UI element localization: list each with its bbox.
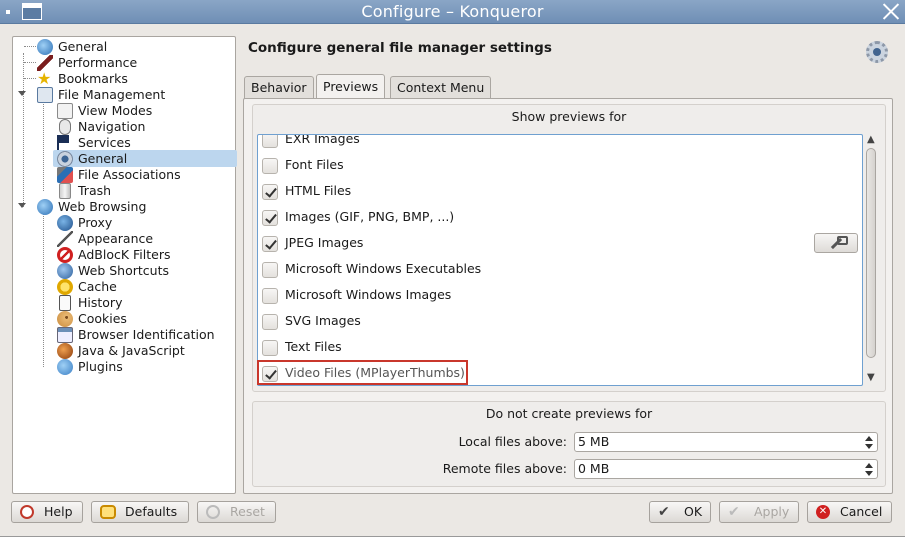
plugins-icon xyxy=(57,359,73,375)
remote-files-size-spinbox[interactable]: 0 MB xyxy=(574,459,878,479)
cancel-button[interactable]: ✕ Cancel xyxy=(807,501,892,523)
title-bar[interactable]: Configure – Konqueror xyxy=(0,0,905,24)
preview-types-list[interactable]: EXR Images Font Files HTML Files Images … xyxy=(257,134,863,386)
list-item-windows-images[interactable]: Microsoft Windows Images xyxy=(258,283,858,309)
configure-jpeg-button[interactable] xyxy=(814,233,858,253)
tab-previews[interactable]: Previews xyxy=(316,74,386,98)
list-item-text-files[interactable]: Text Files xyxy=(258,335,858,361)
show-previews-title: Show previews for xyxy=(511,109,627,124)
trash-icon xyxy=(59,183,71,199)
remote-files-value: 0 MB xyxy=(578,461,610,476)
no-entry-icon xyxy=(57,247,73,263)
file-associations-icon xyxy=(57,167,73,183)
defaults-icon xyxy=(100,505,116,519)
remote-files-label: Remote files above: xyxy=(442,461,567,476)
page-title: Configure general file manager settings xyxy=(248,40,552,56)
apply-button[interactable]: ✔ Apply xyxy=(719,501,799,523)
file-manager-icon xyxy=(37,87,53,103)
tab-context-menu[interactable]: Context Menu xyxy=(390,76,492,99)
cache-icon xyxy=(57,279,73,295)
local-files-label: Local files above: xyxy=(458,434,567,449)
close-icon[interactable] xyxy=(881,1,901,21)
view-modes-icon xyxy=(57,103,73,119)
video-files-highlight xyxy=(257,360,468,385)
list-item-jpeg-images[interactable]: JPEG Images xyxy=(258,231,858,257)
list-item-html-files[interactable]: HTML Files xyxy=(258,179,858,205)
tab-behavior[interactable]: Behavior xyxy=(244,76,314,99)
spin-arrows-icon[interactable] xyxy=(865,461,873,477)
local-files-size-spinbox[interactable]: 5 MB xyxy=(574,432,878,452)
java-icon xyxy=(57,343,73,359)
cancel-icon: ✕ xyxy=(816,505,830,519)
appearance-icon xyxy=(57,231,73,247)
list-item-exr-images[interactable]: EXR Images xyxy=(258,135,858,153)
window-title: Configure – Konqueror xyxy=(361,2,544,21)
images-checkbox[interactable] xyxy=(262,210,278,226)
no-preview-title: Do not create previews for xyxy=(485,406,653,421)
web-shortcuts-icon xyxy=(57,263,73,279)
proxy-globe-icon xyxy=(57,215,73,231)
reset-icon xyxy=(206,505,220,519)
cookie-icon xyxy=(57,311,73,327)
scroll-up-icon[interactable]: ▲ xyxy=(867,135,875,145)
list-item-font-files[interactable]: Font Files xyxy=(258,153,858,179)
reset-button[interactable]: Reset xyxy=(197,501,276,523)
list-item-windows-executables[interactable]: Microsoft Windows Executables xyxy=(258,257,858,283)
gear-icon xyxy=(57,151,73,167)
flag-icon xyxy=(57,135,73,151)
background-window-strip xyxy=(0,536,905,544)
text-files-checkbox[interactable] xyxy=(262,340,278,356)
list-item-svg-images[interactable]: SVG Images xyxy=(258,309,858,335)
defaults-button[interactable]: Defaults xyxy=(91,501,189,523)
list-item-images[interactable]: Images (GIF, PNG, BMP, ...) xyxy=(258,205,858,231)
scroll-down-icon[interactable]: ▼ xyxy=(867,373,875,383)
local-files-value: 5 MB xyxy=(578,434,610,449)
html-files-checkbox[interactable] xyxy=(262,184,278,200)
exr-images-checkbox[interactable] xyxy=(262,135,278,148)
browser-id-icon xyxy=(57,327,73,343)
globe-icon xyxy=(37,199,53,215)
jpeg-images-checkbox[interactable] xyxy=(262,236,278,252)
font-files-checkbox[interactable] xyxy=(262,158,278,174)
svg-images-checkbox[interactable] xyxy=(262,314,278,330)
help-button[interactable]: Help xyxy=(11,501,83,523)
checkmark-icon: ✔ xyxy=(728,504,740,520)
ok-button[interactable]: ✔ OK xyxy=(649,501,711,523)
checkmark-icon: ✔ xyxy=(658,504,670,520)
preview-list-scrollbar[interactable]: ▲ ▼ xyxy=(864,134,878,386)
mouse-icon xyxy=(59,119,71,135)
history-icon xyxy=(59,295,71,311)
windows-executables-checkbox[interactable] xyxy=(262,262,278,278)
globe-icon xyxy=(37,39,53,55)
gear-icon xyxy=(866,41,888,63)
windows-images-checkbox[interactable] xyxy=(262,288,278,304)
wrench-icon xyxy=(829,236,848,249)
star-icon: ★ xyxy=(37,69,52,88)
scroll-handle[interactable] xyxy=(866,148,876,358)
settings-tree[interactable]: General Performance ★ Bookmarks File Man… xyxy=(12,36,237,494)
help-icon xyxy=(20,505,34,519)
spin-arrows-icon[interactable] xyxy=(865,434,873,450)
